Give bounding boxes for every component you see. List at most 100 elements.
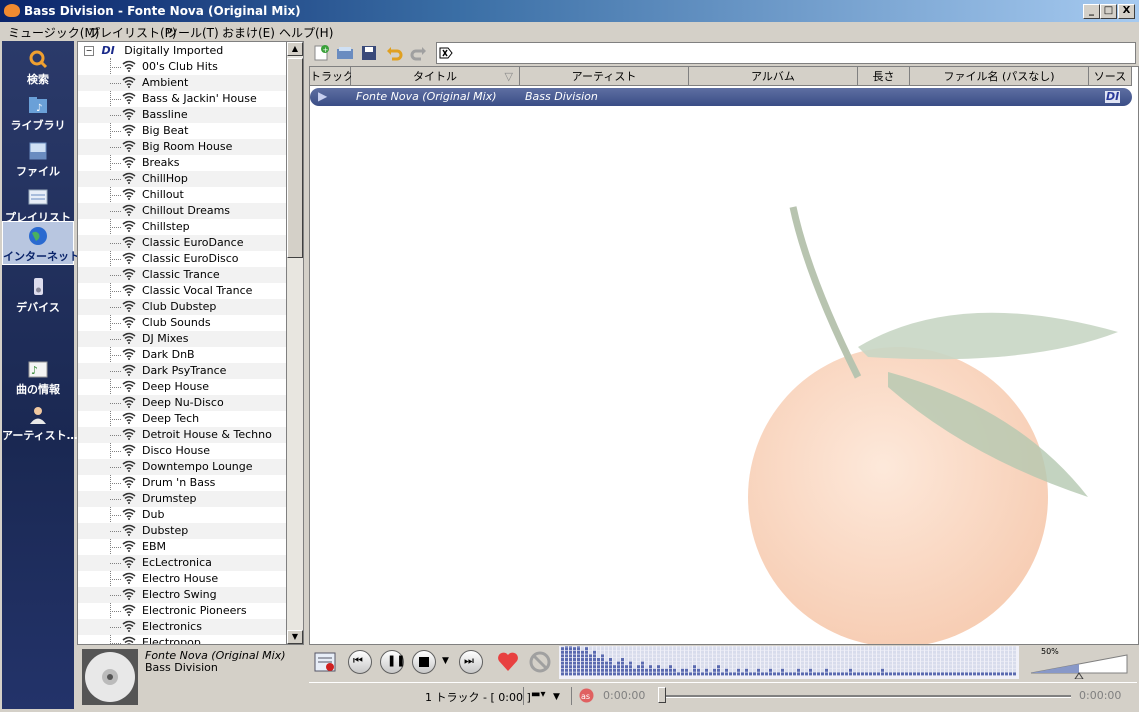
scroll-thumb[interactable]	[287, 58, 303, 258]
analyzer-cell	[605, 661, 608, 665]
nav-internet[interactable]: インターネット	[2, 221, 80, 265]
analyzer-cell	[961, 665, 964, 669]
ban-icon[interactable]	[528, 650, 552, 674]
tree-item[interactable]: Downtempo Lounge	[78, 459, 286, 475]
close-button[interactable]: X	[1118, 4, 1135, 19]
nav-search[interactable]: 検索	[2, 45, 74, 89]
tree-item[interactable]: Dubstep	[78, 523, 286, 539]
seek-slider-thumb[interactable]	[658, 687, 666, 703]
shuffle-mode-icon[interactable]: ▼	[553, 692, 560, 702]
volume-slider[interactable]	[1029, 653, 1129, 679]
analyzer-cell	[589, 650, 592, 654]
menu-playlist[interactable]: プレイリスト(P)	[88, 24, 177, 41]
tree-item[interactable]: 00's Club Hits	[78, 59, 286, 75]
new-playlist-icon[interactable]: +	[313, 44, 331, 62]
save-playlist-icon[interactable]	[360, 44, 378, 62]
menu-music[interactable]: ミュージック(M)	[8, 24, 99, 41]
tree-item[interactable]: Electro House	[78, 571, 286, 587]
tree-item[interactable]: Dark DnB	[78, 347, 286, 363]
col-album[interactable]: アルバム	[689, 67, 858, 86]
analyzer-cell	[801, 672, 804, 676]
clear-playlist-icon[interactable]	[313, 650, 337, 674]
tree-item-label: Drumstep	[142, 492, 197, 505]
nav-device[interactable]: デバイス	[2, 273, 74, 317]
tree-item[interactable]: Electropop	[78, 635, 286, 644]
tree-item[interactable]: EcLectronica	[78, 555, 286, 571]
love-heart-icon[interactable]	[496, 650, 520, 674]
analyzer-cell	[801, 661, 804, 665]
tree-item[interactable]: ChillHop	[78, 171, 286, 187]
stop-button[interactable]	[412, 650, 436, 674]
tree-item[interactable]: Chillout Dreams	[78, 203, 286, 219]
seek-track[interactable]	[661, 695, 1071, 698]
nav-song-info[interactable]: ♪ 曲の情報	[2, 355, 74, 399]
col-artist[interactable]: アーティスト	[520, 67, 689, 86]
tree-item[interactable]: Bassline	[78, 107, 286, 123]
tree-root[interactable]: − DI Digitally Imported	[84, 44, 223, 59]
tree-item[interactable]: Detroit House & Techno	[78, 427, 286, 443]
scroll-down-button[interactable]: ▼	[287, 630, 303, 644]
undo-icon[interactable]	[385, 44, 403, 62]
col-length[interactable]: 長さ	[858, 67, 910, 86]
maximize-button[interactable]: □	[1100, 4, 1117, 19]
next-button[interactable]: ⏭	[459, 650, 483, 674]
col-title[interactable]: タイトル ▽	[351, 67, 520, 86]
tree-item[interactable]: Dub	[78, 507, 286, 523]
tree-item[interactable]: Ambient	[78, 75, 286, 91]
tree-item[interactable]: Chillout	[78, 187, 286, 203]
col-source[interactable]: ソース	[1089, 67, 1132, 86]
album-art-cd-icon[interactable]	[82, 649, 138, 705]
clear-filter-icon[interactable]	[439, 47, 453, 59]
tree-item[interactable]: Dark PsyTrance	[78, 363, 286, 379]
tree-item[interactable]: Classic EuroDance	[78, 235, 286, 251]
tree-item[interactable]: Classic EuroDisco	[78, 251, 286, 267]
tree-scrollbar[interactable]: ▲ ▼	[286, 41, 304, 645]
scroll-up-button[interactable]: ▲	[287, 42, 303, 56]
pause-button[interactable]: ❚❚	[380, 650, 405, 674]
lastfm-scrobble-icon[interactable]: as	[579, 688, 594, 703]
tree-item[interactable]: Drum 'n Bass	[78, 475, 286, 491]
tree-item[interactable]: Bass & Jackin' House	[78, 91, 286, 107]
tree-item[interactable]: Deep House	[78, 379, 286, 395]
analyzer-cell	[925, 658, 928, 661]
analyzer-cell	[601, 665, 604, 669]
tree-item[interactable]: Big Beat	[78, 123, 286, 139]
menu-extras[interactable]: おまけ(E)	[222, 24, 275, 41]
playlist-filter-input[interactable]	[436, 42, 1136, 64]
analyzer-cell	[849, 646, 852, 647]
tree-item[interactable]: Club Dubstep	[78, 299, 286, 315]
tree-item[interactable]: Electronics	[78, 619, 286, 635]
tree-item[interactable]: Big Room House	[78, 139, 286, 155]
analyzer-cell	[701, 668, 704, 672]
nav-file[interactable]: ファイル	[2, 137, 74, 181]
tree-item[interactable]: Club Sounds	[78, 315, 286, 331]
stop-options-icon[interactable]: ▼	[442, 656, 449, 666]
nav-artist[interactable]: アーティスト…	[2, 401, 78, 445]
repeat-mode-icon[interactable]: ▬▾	[531, 689, 545, 700]
col-filename[interactable]: ファイル名 (パスなし)	[910, 67, 1089, 86]
collapse-icon[interactable]: −	[84, 46, 94, 56]
spectrum-analyzer[interactable]	[559, 646, 1019, 679]
tree-item[interactable]: Deep Tech	[78, 411, 286, 427]
tree-item[interactable]: Classic Vocal Trance	[78, 283, 286, 299]
volume-control[interactable]: 50%	[1029, 647, 1129, 679]
minimize-button[interactable]: _	[1083, 4, 1100, 19]
tree-item[interactable]: Electro Swing	[78, 587, 286, 603]
tree-item[interactable]: Chillstep	[78, 219, 286, 235]
tree-item[interactable]: Deep Nu-Disco	[78, 395, 286, 411]
playlist-row[interactable]: ▶ Fonte Nova (Original Mix) Bass Divisio…	[310, 88, 1132, 106]
tree-item[interactable]: DJ Mixes	[78, 331, 286, 347]
nav-library[interactable]: ♪ ライブラリ	[2, 91, 74, 135]
tree-item[interactable]: Disco House	[78, 443, 286, 459]
load-playlist-icon[interactable]	[336, 44, 354, 62]
tree-item[interactable]: Breaks	[78, 155, 286, 171]
tree-item[interactable]: Electronic Pioneers	[78, 603, 286, 619]
menu-tools[interactable]: ツール(T)	[166, 24, 219, 41]
tree-item[interactable]: EBM	[78, 539, 286, 555]
previous-button[interactable]: ⏮	[348, 650, 372, 674]
col-track[interactable]: トラック	[310, 67, 354, 86]
menu-help[interactable]: ヘルプ(H)	[279, 24, 333, 41]
tree-item[interactable]: Drumstep	[78, 491, 286, 507]
tree-item[interactable]: Classic Trance	[78, 267, 286, 283]
redo-icon[interactable]	[410, 44, 428, 62]
